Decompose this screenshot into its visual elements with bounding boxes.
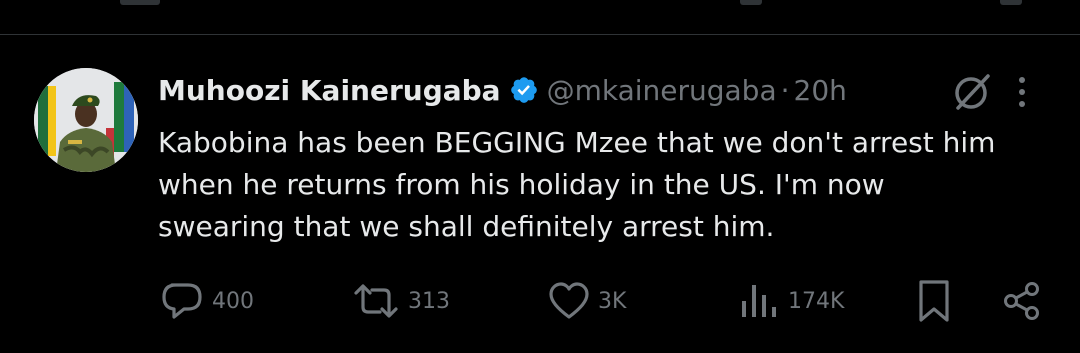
verified-badge-icon[interactable] <box>509 75 539 105</box>
author-handle[interactable]: @mkainerugaba <box>547 74 777 107</box>
share-icon <box>1004 282 1039 320</box>
views-icon <box>742 285 776 317</box>
reply-icon <box>162 283 202 319</box>
tweet-divider <box>0 34 1080 35</box>
reply-count: 400 <box>212 288 254 314</box>
reply-button[interactable]: 400 <box>160 276 254 326</box>
repost-count: 313 <box>408 288 450 314</box>
repost-button[interactable]: 313 <box>352 276 450 326</box>
header-separator: · <box>780 73 790 107</box>
bookmark-icon <box>919 280 949 322</box>
bookmark-button[interactable] <box>914 276 954 326</box>
share-button[interactable] <box>1002 276 1042 326</box>
tweet-text-line: swearing that we shall definitely arrest… <box>158 210 775 243</box>
views-count: 174K <box>788 288 845 314</box>
previous-tweet-edge <box>0 0 1080 34</box>
grok-icon[interactable] <box>950 72 994 112</box>
avatar-image <box>34 68 138 172</box>
action-bar: 400 313 3K 174K <box>0 276 1080 326</box>
author-name[interactable]: Muhoozi Kainerugaba <box>158 74 501 107</box>
tweet-header: Muhoozi Kainerugaba @mkainerugaba · 20h <box>158 70 847 110</box>
like-button[interactable]: 3K <box>548 276 626 326</box>
tweet-timestamp[interactable]: 20h <box>794 74 847 107</box>
repost-icon <box>354 284 398 318</box>
heart-icon <box>549 282 589 319</box>
more-options-icon[interactable] <box>1012 74 1032 110</box>
tweet-text-line: when he returns from his holiday in the … <box>158 168 885 201</box>
like-count: 3K <box>598 288 627 314</box>
views-button[interactable]: 174K <box>736 276 844 326</box>
tweet-text: Kabobina has been BEGGING Mzee that we d… <box>158 122 1058 248</box>
tweet-view: Muhoozi Kainerugaba @mkainerugaba · 20h … <box>0 0 1080 353</box>
tweet-text-line: Kabobina has been BEGGING Mzee that we d… <box>158 126 996 159</box>
avatar[interactable] <box>34 68 138 172</box>
